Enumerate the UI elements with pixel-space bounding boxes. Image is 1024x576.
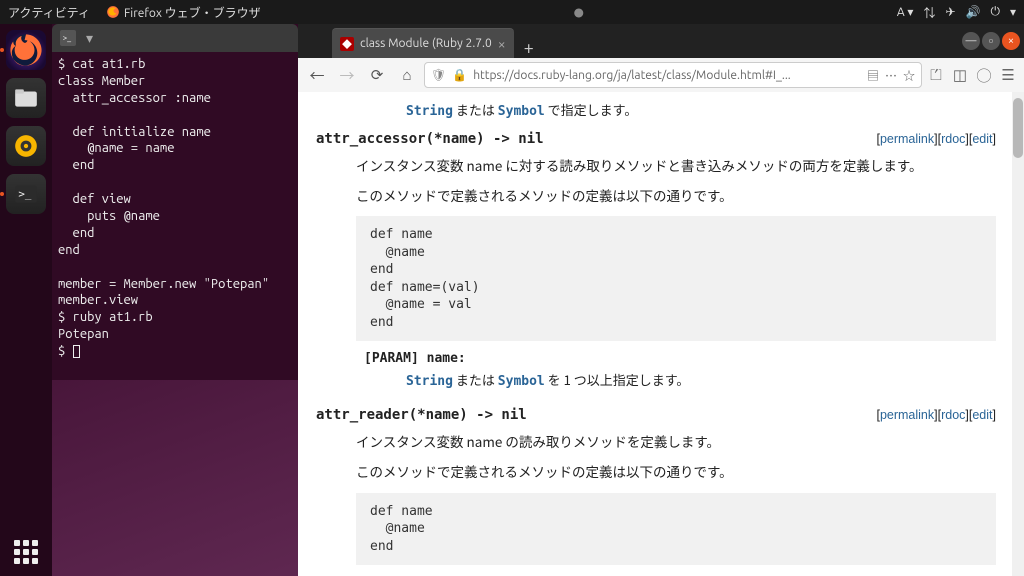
dock-item-terminal[interactable]: >_ [6, 174, 46, 214]
method-desc: インスタンス変数 name に対する読み取りメソッドと書き込みメソッドの両方を定… [356, 155, 996, 177]
dock: >_ [0, 24, 52, 576]
terminal-body[interactable]: $ cat at1.rb class Member attr_accessor … [52, 52, 298, 364]
dock-item-apps[interactable] [14, 540, 38, 564]
method-links: [permalink][rdoc][edit] [876, 408, 996, 422]
permalink-link[interactable]: permalink [880, 132, 934, 146]
lock-icon[interactable]: 🔒 [452, 68, 467, 82]
sidebar-icon[interactable]: ◫ [950, 65, 970, 85]
speaker-icon [13, 133, 39, 159]
code-example: def name @name end def name=(val) @name … [356, 216, 996, 341]
forward-button[interactable]: → [334, 62, 360, 88]
method-signature: attr_reader(*name) -> nil [316, 407, 527, 423]
topbar-app-indicator[interactable]: Firefox ウェブ・ブラウザ [106, 4, 261, 21]
window-close[interactable]: × [1002, 32, 1020, 50]
scrollbar[interactable] [1012, 92, 1024, 576]
reader-icon[interactable]: ▤ [867, 67, 879, 84]
terminal-window[interactable]: >_ ▾ $ cat at1.rb class Member attr_acce… [52, 24, 298, 380]
code-example: def name @name end [356, 493, 996, 566]
terminal-icon: >_ [60, 30, 76, 46]
folder-icon [13, 85, 39, 111]
rdoc-link[interactable]: rdoc [941, 132, 965, 146]
firefox-icon [106, 5, 120, 19]
edit-link[interactable]: edit [972, 132, 992, 146]
dock-item-files[interactable] [6, 78, 46, 118]
topbar-app-name: Firefox ウェブ・ブラウザ [124, 4, 261, 21]
method-links: [permalink][rdoc][edit] [876, 132, 996, 146]
scroll-thumb[interactable] [1013, 98, 1023, 158]
type-link-symbol[interactable]: Symbol [498, 104, 545, 119]
param-desc: String または Symbol を 1 つ以上指定します。 [406, 370, 996, 389]
permalink-link[interactable]: permalink [880, 408, 934, 422]
window-maximize[interactable]: ▫ [982, 32, 1000, 50]
terminal-icon: >_ [13, 181, 39, 207]
param-desc: String または Symbol で指定します。 [406, 100, 996, 119]
type-link-string[interactable]: String [406, 374, 453, 389]
firefox-tabbar: ◆ class Module (Ruby 2.7.0 × + — ▫ × [298, 24, 1024, 58]
activities-button[interactable]: アクティビティ [8, 4, 90, 21]
input-source[interactable]: A ▾ [897, 5, 914, 19]
method-desc: インスタンス変数 name の読み取りメソッドを定義します。 [356, 431, 996, 453]
method-desc: このメソッドで定義されるメソッドの定義は以下の通りです。 [356, 461, 996, 483]
firefox-window: ◆ class Module (Ruby 2.7.0 × + — ▫ × ← →… [298, 24, 1024, 576]
tab-title: class Module (Ruby 2.7.0 [360, 37, 492, 50]
url-bar[interactable]: 🛡 🔒 https://docs.ruby-lang.org/ja/latest… [424, 62, 922, 88]
svg-text:>_: >_ [63, 34, 72, 43]
param-label: [PARAM] name: [364, 351, 996, 366]
library-icon[interactable]: ⏍ [926, 65, 946, 85]
window-minimize[interactable]: — [962, 32, 980, 50]
firefox-icon [9, 33, 43, 67]
volume-icon[interactable]: 🔊 [966, 5, 981, 19]
page-actions-icon[interactable]: ⋯ [885, 67, 897, 84]
system-menu-chevron[interactable]: ▾ [1010, 5, 1016, 19]
power-icon[interactable]: ⏻ [990, 5, 1000, 19]
apps-grid-icon [14, 540, 38, 564]
home-button[interactable]: ⌂ [394, 62, 420, 88]
menu-icon[interactable]: ☰ [998, 65, 1018, 85]
type-link-string[interactable]: String [406, 104, 453, 119]
bookmark-icon[interactable]: ☆ [903, 67, 915, 84]
dock-item-rhythmbox[interactable] [6, 126, 46, 166]
back-button[interactable]: ← [304, 62, 330, 88]
method-attr-reader: attr_reader(*name) -> nil [permalink][rd… [316, 407, 996, 576]
shield-icon[interactable]: 🛡 [431, 68, 446, 82]
airplane-icon: ✈ [945, 5, 955, 19]
rdoc-link[interactable]: rdoc [941, 408, 965, 422]
method-signature: attr_accessor(*name) -> nil [316, 131, 544, 147]
tab-close-icon[interactable]: × [498, 36, 506, 52]
edit-link[interactable]: edit [972, 408, 992, 422]
network-icon[interactable]: ⇅ [923, 4, 935, 21]
firefox-toolbar: ← → ⟳ ⌂ 🛡 🔒 https://docs.ruby-lang.org/j… [298, 58, 1024, 92]
url-text: https://docs.ruby-lang.org/ja/latest/cla… [473, 69, 861, 82]
account-icon[interactable]: ◯ [974, 65, 994, 85]
terminal-titlebar[interactable]: >_ ▾ [52, 24, 298, 52]
method-attr-accessor: attr_accessor(*name) -> nil [permalink][… [316, 131, 996, 389]
type-link-symbol[interactable]: Symbol [498, 374, 545, 389]
reload-button[interactable]: ⟳ [364, 62, 390, 88]
ruby-favicon: ◆ [340, 37, 354, 51]
new-tab-button[interactable]: + [514, 38, 544, 58]
dock-item-firefox[interactable] [6, 30, 46, 70]
method-desc: このメソッドで定義されるメソッドの定義は以下の通りです。 [356, 185, 996, 207]
svg-text:>_: >_ [18, 187, 32, 200]
firefox-content[interactable]: String または Symbol で指定します。 attr_accessor(… [298, 92, 1024, 576]
tab-active[interactable]: ◆ class Module (Ruby 2.7.0 × [332, 28, 514, 58]
gnome-topbar: アクティビティ Firefox ウェブ・ブラウザ ● A ▾ ⇅ ✈ 🔊 ⏻ ▾ [0, 0, 1024, 24]
new-tab-icon[interactable]: ▾ [86, 30, 93, 47]
